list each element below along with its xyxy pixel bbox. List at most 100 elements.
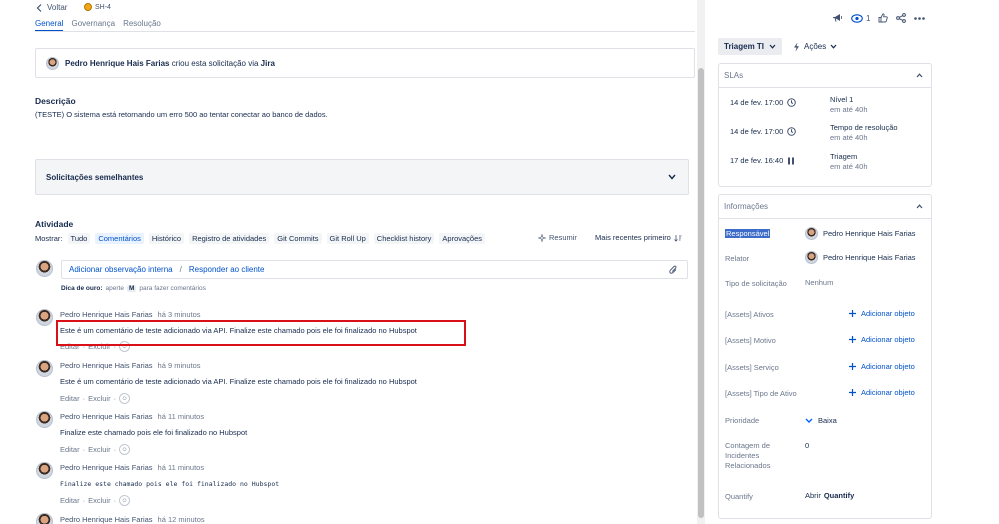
megaphone-icon[interactable] <box>832 13 843 23</box>
sla-name: Tempo de resolução <box>830 123 898 132</box>
filter-tudo[interactable]: Tudo <box>67 233 91 244</box>
issue-key[interactable]: SH-4 <box>84 3 111 11</box>
add-reaction-icon[interactable]: ☺ <box>119 495 131 506</box>
chevron-down-icon <box>769 44 776 49</box>
similar-requests-panel[interactable]: Solicitações semelhantes <box>35 159 689 195</box>
created-channel: Jira <box>260 58 275 68</box>
clock-icon <box>787 98 797 107</box>
comment-time: há 12 minutos <box>157 515 205 524</box>
delete-link[interactable]: Excluir <box>88 445 111 454</box>
avatar <box>46 56 59 70</box>
add-object-button[interactable]: Adicionar objeto <box>849 362 915 371</box>
sla-panel: SLAs <box>718 63 932 187</box>
comment-composer[interactable]: Adicionar observação interna / Responder… <box>61 260 688 279</box>
sla-date: 14 de fev. 17:00 <box>730 127 797 136</box>
add-object-button[interactable]: Adicionar objeto <box>849 309 915 318</box>
assets-tipo-ativo-label: [Assets] Tipo de Ativo <box>725 389 797 398</box>
sla-item: Tempo de resolução em até 40h <box>830 123 898 143</box>
edit-link[interactable]: Editar <box>60 394 80 403</box>
add-internal-note[interactable]: Adicionar observação interna <box>69 265 173 274</box>
description-text: (TESTE) O sistema está retornando um err… <box>35 110 328 119</box>
filter-historico[interactable]: Histórico <box>148 233 185 244</box>
avatar <box>36 411 53 428</box>
similar-requests-title: Solicitações semelhantes <box>46 172 144 182</box>
incident-count-value[interactable]: 0 <box>805 441 809 450</box>
filter-git-commits[interactable]: Git Commits <box>274 233 322 244</box>
priority-value: Baixa <box>818 416 837 425</box>
share-icon[interactable] <box>896 13 907 23</box>
comment-time: há 9 minutos <box>157 361 201 370</box>
plus-icon <box>849 310 856 317</box>
eye-icon <box>851 13 863 23</box>
more-icon[interactable] <box>914 16 926 20</box>
comment-avatar <box>36 360 53 377</box>
assignee-field[interactable]: Pedro Henrique Hais Farias <box>805 227 916 240</box>
sla-name: Nível 1 <box>830 95 854 104</box>
thumbs-up-icon[interactable] <box>878 13 889 23</box>
sort-toggle[interactable]: Mais recentes primeiro <box>595 233 682 242</box>
quantify-link[interactable]: Abrir Quantify <box>805 491 854 500</box>
tip-label: Dica de ouro: <box>61 285 103 292</box>
add-object-button[interactable]: Adicionar objeto <box>849 335 915 344</box>
chevron-left-icon <box>36 3 42 12</box>
filter-aprovacoes[interactable]: Aprovações <box>439 233 486 244</box>
tab-general[interactable]: General <box>35 19 64 31</box>
summarize-label: Resumir <box>549 233 577 242</box>
request-type-label: Tipo de solicitação <box>725 279 787 288</box>
comment-header: Pedro Henrique Hais Farias há 9 minutos <box>60 361 201 370</box>
add-reaction-icon[interactable]: ☺ <box>119 444 131 455</box>
tab-governanca[interactable]: Governança <box>71 19 115 31</box>
avatar <box>805 251 818 264</box>
clock-icon <box>787 127 797 136</box>
request-type-value[interactable]: Nenhum <box>805 278 833 287</box>
comment-actions: Editar · Excluir · ☺ <box>60 495 131 506</box>
avatar <box>36 513 53 524</box>
avatar <box>36 462 53 479</box>
filter-comentarios[interactable]: Comentários <box>95 233 144 244</box>
filter-git-rollup[interactable]: Git Roll Up <box>326 233 369 244</box>
status-dropdown[interactable]: Triagem TI <box>718 38 783 55</box>
chevron-down-icon <box>668 174 676 180</box>
plus-icon <box>849 389 856 396</box>
comment-header: Pedro Henrique Hais Farias há 12 minutos <box>60 515 205 524</box>
delete-link[interactable]: Excluir <box>88 496 111 505</box>
avatar <box>36 260 53 277</box>
tab-bar: General Governança Resolução <box>35 19 161 31</box>
filter-registro[interactable]: Registro de atividades <box>189 233 270 244</box>
attachment-icon[interactable] <box>669 265 678 275</box>
tab-resolucao[interactable]: Resolução <box>123 19 161 31</box>
reporter-field[interactable]: Pedro Henrique Hais Farias <box>805 251 916 264</box>
add-reaction-icon[interactable]: ☺ <box>119 393 131 404</box>
tab-divider <box>35 31 695 32</box>
pro-tip: Dica de ouro: aperte M para fazer coment… <box>61 285 206 292</box>
comment-avatar <box>36 462 53 479</box>
priority-field[interactable]: Baixa <box>805 416 837 425</box>
lightning-icon <box>793 42 800 52</box>
edit-link[interactable]: Editar <box>60 496 80 505</box>
summarize-button[interactable]: Resumir <box>538 233 577 242</box>
reply-to-customer[interactable]: Responder ao cliente <box>189 265 265 274</box>
watchers-button[interactable]: 1 <box>851 14 870 23</box>
plus-icon <box>849 336 856 343</box>
scrollbar-thumb[interactable] <box>698 68 704 518</box>
info-title: Informações <box>724 202 769 211</box>
comment-author: Pedro Henrique Hais Farias <box>60 463 153 472</box>
responsavel-label: Responsável <box>725 229 771 238</box>
created-banner: Pedro Henrique Hais Farias criou esta so… <box>35 48 695 78</box>
status-label: Triagem TI <box>724 42 765 51</box>
actions-dropdown[interactable]: Ações <box>793 38 837 55</box>
edit-link[interactable]: Editar <box>60 445 80 454</box>
add-object-label: Adicionar objeto <box>861 335 915 344</box>
quantify-label: Quantify <box>725 492 753 501</box>
avatar <box>36 360 53 377</box>
delete-link[interactable]: Excluir <box>88 394 111 403</box>
filter-checklist[interactable]: Checklist history <box>373 233 435 244</box>
add-object-button[interactable]: Adicionar objeto <box>849 388 915 397</box>
back-link[interactable]: Voltar <box>36 3 67 12</box>
created-text: criou esta solicitação via <box>171 58 259 68</box>
sla-title: SLAs <box>724 71 744 80</box>
sla-panel-header[interactable]: SLAs <box>719 64 931 88</box>
info-panel-header[interactable]: Informações <box>719 195 931 219</box>
sla-date-text: 14 de fev. 17:00 <box>730 98 784 107</box>
sla-date-text: 17 de fev. 16:40 <box>730 156 784 165</box>
